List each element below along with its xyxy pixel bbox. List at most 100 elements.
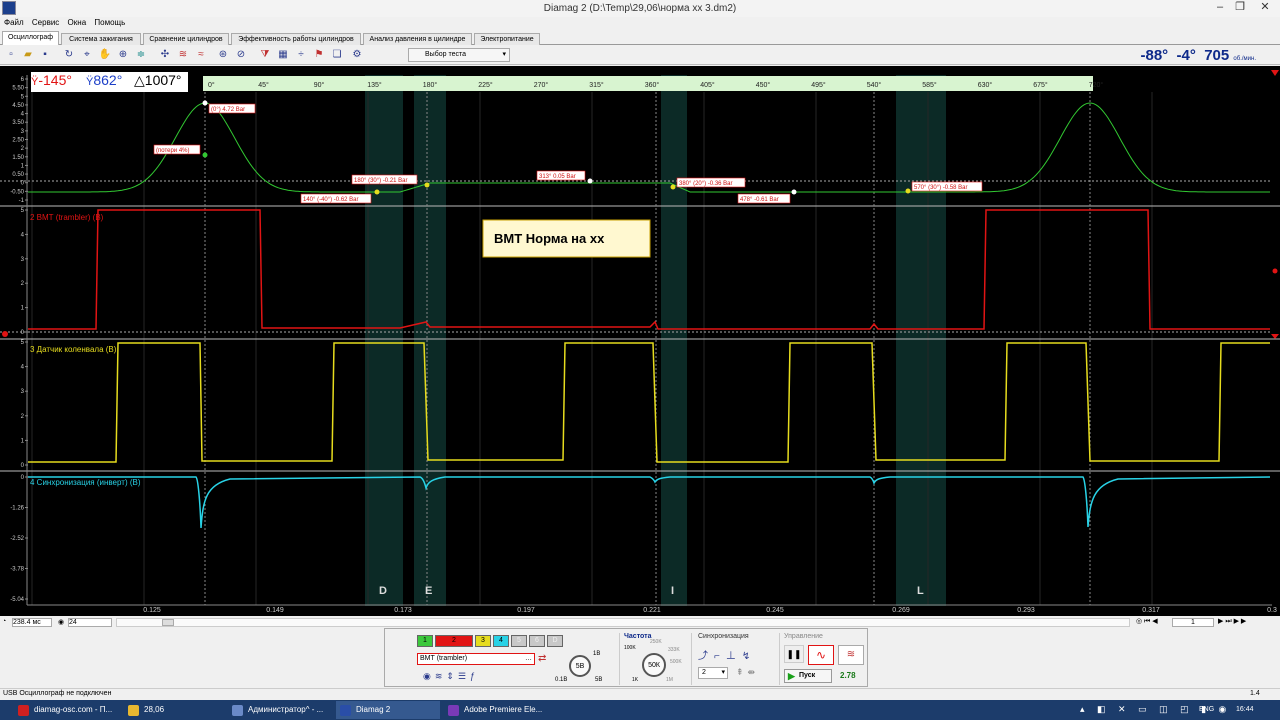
minimize-icon[interactable]: – [1210, 0, 1230, 15]
delta-icon: △ [134, 72, 145, 88]
marker-point[interactable] [905, 188, 911, 194]
task-premiere[interactable]: Adobe Premiere Ele... [444, 701, 552, 719]
right-cursor-marker[interactable] [1271, 70, 1279, 76]
flag-icon[interactable]: ⚑ [312, 48, 326, 62]
close-icon[interactable]: ✕ [1250, 0, 1280, 15]
sync-rise-icon[interactable]: ⤴ [698, 651, 714, 662]
eye-icon[interactable]: ◉ [423, 671, 435, 681]
start-button-label: Пуск [799, 672, 816, 679]
sync-modes[interactable]: ⤴⌐⊥↯ [698, 647, 756, 662]
time-tick-label: 0.221 [643, 607, 661, 614]
continuous-wave-icon[interactable]: ≋ [838, 645, 864, 665]
sync-auto-icon[interactable]: ↯ [742, 651, 756, 662]
region-letters: D E I L [379, 585, 924, 597]
hand-icon[interactable]: ✋ [98, 48, 112, 62]
sync-fall-icon[interactable]: ⌐ [714, 651, 726, 662]
sync-extra[interactable]: ⇞⇼ [736, 667, 759, 678]
sync-step-icon[interactable]: ⊥ [726, 651, 742, 662]
channel-button-D[interactable]: D [547, 635, 563, 647]
marker-icon[interactable]: ✣ [158, 48, 172, 62]
settings-icon[interactable]: ⚙ [350, 48, 364, 62]
split-icon[interactable]: ÷ [294, 48, 308, 62]
right-cursor-marker[interactable] [1271, 334, 1279, 339]
marker-point[interactable] [202, 100, 208, 106]
oscilloscope-plot[interactable]: 0° 45° 90° 135° 180° 225° 270° 315° 360° 405° 450°… [0, 66, 1280, 616]
frequency-knob[interactable]: 50К [642, 653, 666, 677]
channel-button-5[interactable]: 5 [511, 635, 527, 647]
language-indicator[interactable]: ENG [1199, 706, 1214, 713]
cylinder-icon[interactable]: ⊛ [216, 48, 230, 62]
wave-compare-icon[interactable]: ≋ [176, 48, 190, 62]
nav-controls-icon[interactable]: ◎ ⏮ ◀ [1136, 617, 1158, 626]
filter-icon[interactable]: ⧩ [258, 48, 272, 62]
sync-level-icon[interactable]: ⇞ [736, 667, 748, 677]
table-icon[interactable]: ▦ [276, 48, 290, 62]
copy-icon[interactable]: ❏ [330, 48, 344, 62]
channel-button-3[interactable]: 3 [475, 635, 491, 647]
cursor-icon[interactable]: ⌖ [80, 48, 94, 62]
ch2-trigger-marker[interactable] [1272, 268, 1278, 274]
marker-point[interactable] [670, 184, 676, 190]
menu-file[interactable]: Файл [0, 17, 26, 27]
sync-mode-icon[interactable]: ⇼ [748, 667, 760, 677]
channel-settings-icon[interactable]: ⇄ [538, 653, 546, 664]
channel-button-4[interactable]: 4 [493, 635, 509, 647]
start-button[interactable]: ▶ Пуск [784, 669, 832, 683]
task-folder[interactable]: 28,06 [124, 701, 224, 719]
volts-knob[interactable]: 5В 0.1В 1В 5В [555, 649, 602, 683]
scrollbar-thumb[interactable] [162, 619, 174, 626]
sync-channel-select[interactable]: 2 ▾ [698, 667, 728, 679]
frame-input[interactable]: 1 [1172, 618, 1214, 627]
blue-cursor-readout[interactable]: Ÿ862° [86, 72, 136, 92]
test-select[interactable]: Выбор теста ▾ [408, 48, 510, 62]
maximize-icon[interactable]: ❐ [1230, 0, 1250, 15]
single-wave-icon[interactable]: ∿ [808, 645, 834, 665]
ch2-zero-marker[interactable] [2, 331, 8, 337]
lines-icon[interactable]: ☰ [458, 671, 470, 681]
marker-point[interactable] [374, 189, 380, 195]
task-browser[interactable]: diamag-osc.com - П... [14, 701, 122, 719]
channel-name-field[interactable]: ВМТ (trambler)… [417, 653, 535, 665]
clock[interactable]: 16:44 [1236, 706, 1254, 713]
new-file-icon[interactable]: ▫ [4, 48, 18, 62]
refresh-icon[interactable]: ↻ [62, 48, 76, 62]
tab-ignition[interactable]: Система зажигания [61, 33, 141, 45]
oscilloscope-area[interactable]: 0° 45° 90° 135° 180° 225° 270° 315° 360° 405° 450°… [0, 66, 1280, 616]
wave-overlay-icon[interactable]: ≈ [194, 48, 208, 62]
delta-readout[interactable]: △1007° [134, 72, 188, 92]
save-icon[interactable]: ▪ [38, 48, 52, 62]
wave-icon[interactable]: ≋ [435, 671, 447, 681]
scale-icon[interactable]: ⇕ [446, 671, 458, 681]
zoom-icon[interactable]: ⊕ [116, 48, 130, 62]
pause-icon[interactable]: ❚❚ [784, 645, 804, 663]
channel-button-6[interactable]: 6 [529, 635, 545, 647]
annotation-label: (потери 4%) [156, 148, 190, 154]
tab-cylinder-compare[interactable]: Сравнение цилиндров [143, 33, 229, 45]
tab-pressure-analysis[interactable]: Анализ давления в цилиндре [363, 33, 472, 45]
task-diamag[interactable]: Diamag 2 [336, 701, 440, 719]
menu-help[interactable]: Помощь [90, 17, 127, 27]
fit-icon[interactable]: ≑ [134, 48, 148, 62]
nav-forward-icon[interactable]: ▶ ⏭ ▶ ▶ [1218, 617, 1246, 626]
marker-point[interactable] [424, 182, 430, 188]
measure-icon[interactable]: ⊘ [234, 48, 248, 62]
ellipsis-icon: … [525, 655, 532, 662]
menu-windows[interactable]: Окна [64, 17, 89, 27]
red-cursor-readout[interactable]: Ÿ-145° [31, 72, 89, 92]
marker-point[interactable] [587, 178, 593, 184]
divisions-select[interactable]: 24 [68, 618, 112, 627]
open-folder-icon[interactable]: ▰ [21, 48, 35, 62]
menu-service[interactable]: Сервис [28, 17, 61, 27]
task-admin[interactable]: Администратор^ - ... [228, 701, 332, 719]
tab-oscilloscope[interactable]: Осциллограф [2, 31, 59, 45]
formula-icon[interactable]: ƒ [470, 671, 479, 681]
tab-power[interactable]: Электропитание [474, 33, 540, 45]
channel-tools[interactable]: ◉≋⇕☰ƒ [423, 671, 479, 682]
channel-button-1[interactable]: 1 [417, 635, 433, 647]
marker-point[interactable] [791, 189, 797, 195]
timebase-value[interactable]: 238.4 мс [12, 618, 52, 627]
channel-button-2[interactable]: 2 [435, 635, 473, 647]
horizontal-scrollbar[interactable] [116, 618, 1130, 627]
marker-point[interactable] [202, 152, 208, 158]
tab-cylinder-efficiency[interactable]: Эффективность работы цилиндров [231, 33, 361, 45]
